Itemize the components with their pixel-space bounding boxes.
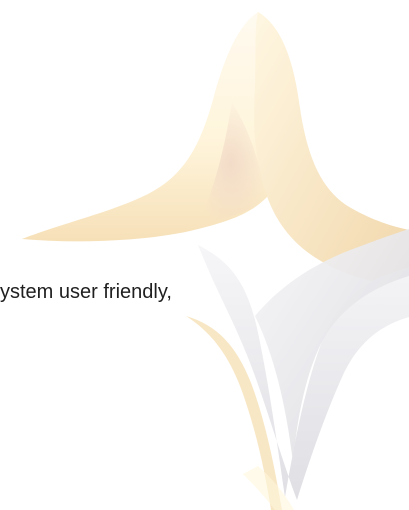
visible-text-fragment: ystem user friendly, [0,276,174,308]
star-sparkle-icon [22,12,409,510]
screenshot-canvas: ystem user friendly, [0,0,409,510]
